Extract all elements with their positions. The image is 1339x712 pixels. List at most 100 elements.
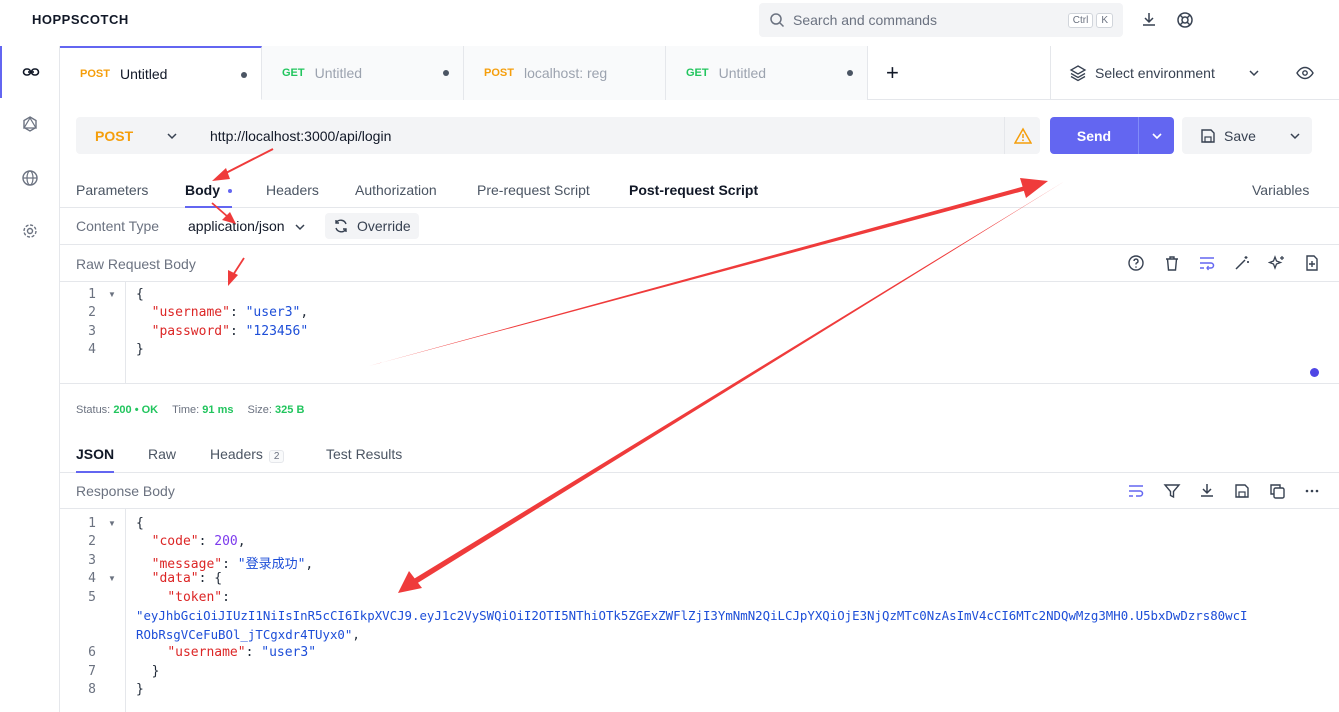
search-icon xyxy=(770,13,785,28)
content-type-select[interactable]: application/json xyxy=(188,218,306,234)
headers-count-badge: 2 xyxy=(268,450,285,463)
save-icon xyxy=(1201,128,1215,143)
raw-body-header: Raw Request Body xyxy=(60,245,1339,282)
line-number: 5 xyxy=(88,590,96,605)
response-body-editor[interactable]: 1 ▼ 2 3 4 ▼ 5 6 7 8 { "code": 200, "mess… xyxy=(60,509,1339,712)
line-number: 2 xyxy=(88,305,96,320)
tab-name: Untitled xyxy=(718,65,767,81)
rail-settings[interactable] xyxy=(0,205,60,257)
tab-parameters[interactable]: Parameters xyxy=(76,182,148,208)
tab-test-results[interactable]: Test Results xyxy=(326,446,402,473)
refresh-icon xyxy=(335,219,347,233)
save-options-button[interactable] xyxy=(1278,130,1312,142)
status-value: 200 • OK xyxy=(113,404,159,416)
tab-body-label: Body xyxy=(185,182,220,198)
response-body-title: Response Body xyxy=(76,483,175,499)
token-value: "eyJhbGciOiJIUzI1NiIsInR5cCI6IkpXVCJ9.ey… xyxy=(136,608,1248,623)
support-icon[interactable] xyxy=(1175,10,1195,30)
response-body-header: Response Body xyxy=(60,473,1339,509)
tab-authorization[interactable]: Authorization xyxy=(355,182,437,208)
unsaved-dot xyxy=(443,70,449,76)
warning-icon[interactable] xyxy=(1004,117,1040,154)
save-icon[interactable] xyxy=(1232,481,1252,501)
request-body-editor[interactable]: 1 ▼ 2 3 4 { "username": "user3", "passwo… xyxy=(60,282,1339,383)
code-line: "password": "123456" xyxy=(151,324,309,339)
chevron-down-icon xyxy=(1151,132,1162,139)
download-icon[interactable] xyxy=(1139,10,1159,30)
more-icon[interactable] xyxy=(1302,481,1322,501)
send-button[interactable]: Send xyxy=(1050,117,1174,154)
tab-name: localhost: reg xyxy=(523,65,608,81)
rail-rest[interactable] xyxy=(0,46,60,98)
unsaved-dot xyxy=(241,72,247,78)
content-type-value: application/json xyxy=(188,218,285,234)
tab-method: POST xyxy=(484,67,514,79)
method-select[interactable]: POST xyxy=(76,117,194,154)
request-subtabs: Parameters Body Headers Authorization Pr… xyxy=(60,172,1339,208)
magic-wand-icon[interactable] xyxy=(1232,253,1252,273)
save-button[interactable]: Save xyxy=(1182,117,1312,154)
environment-select[interactable]: Select environment xyxy=(1050,46,1280,100)
new-tab-button[interactable]: + xyxy=(886,60,899,86)
code-line: } xyxy=(136,682,144,697)
tab-method: POST xyxy=(80,67,110,80)
top-bar: HOPPSCOTCH Search and commands Ctrl K xyxy=(0,0,1339,46)
method-value: POST xyxy=(95,127,134,144)
code-line: } xyxy=(151,664,160,679)
tab-json[interactable]: JSON xyxy=(76,446,115,473)
url-input[interactable]: http://localhost:3000/api/login xyxy=(194,117,1040,154)
chevron-down-icon xyxy=(1290,132,1300,139)
request-tab-3[interactable]: POST localhost: reg xyxy=(464,46,666,100)
tab-variables[interactable]: Variables xyxy=(1252,182,1309,208)
request-tab-4[interactable]: GET Untitled xyxy=(666,46,868,100)
line-number: 8 xyxy=(88,682,96,697)
rail-realtime[interactable] xyxy=(0,152,60,204)
copy-icon[interactable] xyxy=(1267,481,1287,501)
left-rail xyxy=(0,46,60,712)
file-import-icon[interactable] xyxy=(1302,253,1322,273)
tab-name: Untitled xyxy=(314,65,363,81)
fold-icon[interactable]: ▼ xyxy=(108,574,116,583)
request-tab-1[interactable]: POST Untitled xyxy=(60,46,262,100)
tab-pre-request-script[interactable]: Pre-request Script xyxy=(477,182,590,208)
code-line: "username": "user3" xyxy=(167,645,317,660)
download-icon[interactable] xyxy=(1197,481,1217,501)
tab-method: GET xyxy=(686,67,709,79)
request-tab-2[interactable]: GET Untitled xyxy=(262,46,464,100)
override-button[interactable]: Override xyxy=(325,213,419,239)
body-indicator-dot xyxy=(228,189,232,194)
fold-icon[interactable]: ▼ xyxy=(108,519,116,528)
code-line: { xyxy=(136,287,144,302)
wrap-lines-icon[interactable] xyxy=(1197,253,1217,273)
search-bar[interactable]: Search and commands Ctrl K xyxy=(759,3,1123,37)
tab-headers[interactable]: Headers xyxy=(266,182,319,208)
rail-graphql[interactable] xyxy=(0,98,60,150)
eye-icon[interactable] xyxy=(1296,64,1314,82)
code-line: "message": "登录成功", xyxy=(151,557,314,572)
tab-method: GET xyxy=(282,67,305,79)
content-type-label: Content Type xyxy=(76,218,160,234)
filter-icon[interactable] xyxy=(1162,481,1182,501)
tab-post-request-script[interactable]: Post-request Script xyxy=(629,182,758,208)
editor-indicator-dot xyxy=(1310,368,1319,377)
trash-icon[interactable] xyxy=(1162,253,1182,273)
request-tabs: POST Untitled GET Untitled POST localhos… xyxy=(60,46,1339,100)
help-icon[interactable] xyxy=(1126,253,1146,273)
chevron-down-icon xyxy=(1249,70,1259,77)
line-number: 2 xyxy=(88,534,96,549)
send-options-button[interactable] xyxy=(1138,117,1174,154)
tab-response-headers[interactable]: Headers 2 xyxy=(210,446,285,473)
tab-body[interactable]: Body xyxy=(185,182,232,208)
wrap-lines-icon[interactable] xyxy=(1126,481,1146,501)
line-number: 1 xyxy=(88,516,96,531)
sparkles-icon[interactable] xyxy=(1267,253,1287,273)
code-line: "token": xyxy=(167,590,230,605)
line-number: 4 xyxy=(88,571,96,586)
graphql-icon xyxy=(22,116,38,132)
fold-icon[interactable]: ▼ xyxy=(108,290,116,299)
app-brand[interactable]: HOPPSCOTCH xyxy=(32,12,129,27)
line-number: 7 xyxy=(88,664,96,679)
globe-icon xyxy=(22,170,38,186)
tab-raw[interactable]: Raw xyxy=(148,446,176,473)
line-number: 6 xyxy=(88,645,96,660)
